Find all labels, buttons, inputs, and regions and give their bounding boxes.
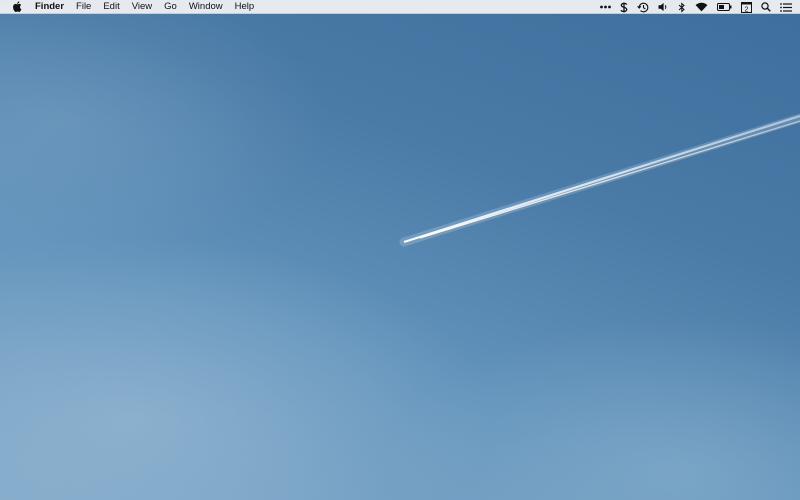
menu-file[interactable]: File	[70, 0, 97, 14]
calendar-icon[interactable]: 2	[741, 0, 752, 14]
more-dots-icon[interactable]	[600, 0, 611, 14]
menu-app-finder[interactable]: Finder	[33, 0, 70, 14]
apple-icon[interactable]	[11, 0, 23, 14]
desktop-wallpaper: Finder File Edit View Go Window Help 2	[0, 0, 800, 500]
bluetooth-icon[interactable]	[678, 0, 686, 14]
notification-center-icon[interactable]	[780, 0, 792, 14]
battery-icon[interactable]	[717, 0, 732, 14]
wifi-icon[interactable]	[695, 0, 708, 14]
time-machine-icon[interactable]	[637, 0, 649, 14]
menu-edit[interactable]: Edit	[97, 0, 125, 14]
dollar-icon[interactable]	[620, 0, 628, 14]
menu-view[interactable]: View	[126, 0, 158, 14]
calendar-day: 2	[745, 6, 749, 13]
volume-icon[interactable]	[658, 0, 669, 14]
contrail	[399, 113, 800, 247]
menu-window[interactable]: Window	[183, 0, 229, 14]
menu-bar: Finder File Edit View Go Window Help 2	[0, 0, 800, 14]
menu-go[interactable]: Go	[158, 0, 183, 14]
spotlight-icon[interactable]	[761, 0, 771, 14]
menu-help[interactable]: Help	[229, 0, 261, 14]
